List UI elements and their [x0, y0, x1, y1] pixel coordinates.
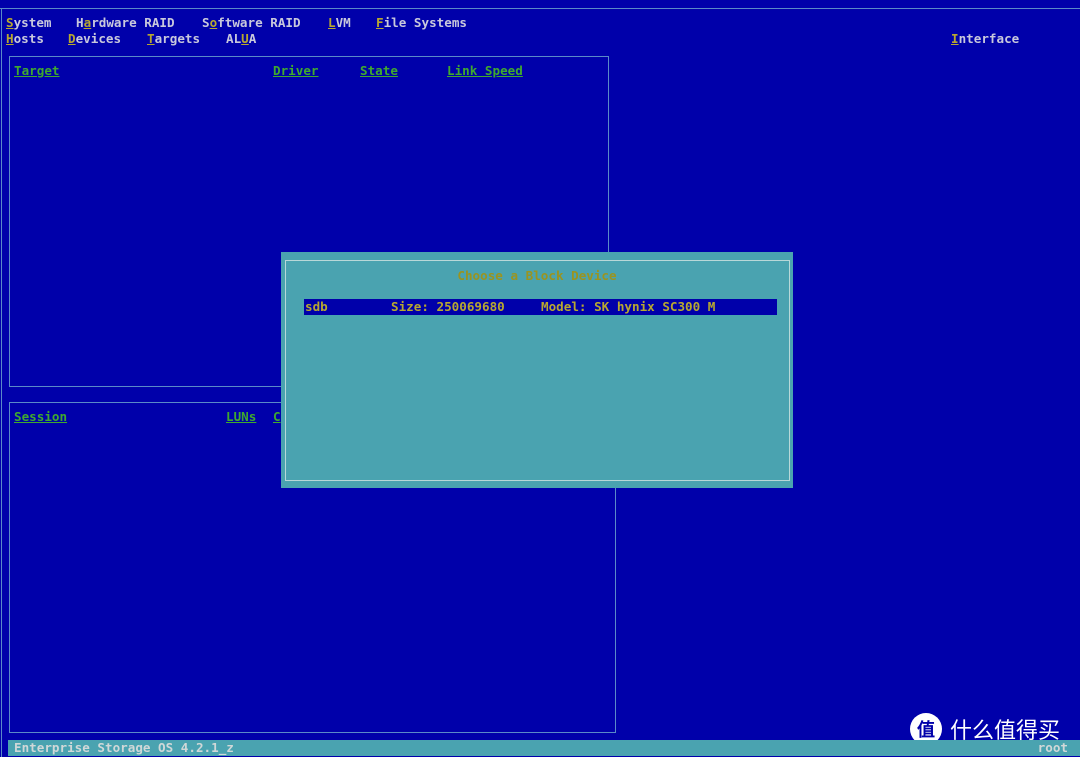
- menu-targets[interactable]: Targets: [147, 31, 200, 47]
- status-os-version: Enterprise Storage OS 4.2.1_z: [14, 740, 234, 755]
- status-user: root: [1037, 740, 1068, 755]
- dialog-border: [285, 260, 790, 481]
- header-link-speed[interactable]: Link Speed: [447, 63, 523, 79]
- header-c[interactable]: C: [273, 409, 281, 425]
- header-luns[interactable]: LUNs: [226, 409, 256, 425]
- header-state[interactable]: State: [360, 63, 398, 79]
- menu-hosts[interactable]: Hosts: [6, 31, 44, 47]
- menu-hardware-raid[interactable]: Hardware RAID: [76, 15, 175, 31]
- menu-alua[interactable]: ALUA: [226, 31, 256, 47]
- header-driver[interactable]: Driver: [273, 63, 319, 79]
- menu-file-systems[interactable]: File Systems: [376, 15, 467, 31]
- status-bar: Enterprise Storage OS 4.2.1_z root: [8, 740, 1080, 756]
- dialog-title: Choose a Block Device: [457, 268, 617, 283]
- screen-top-edge: [0, 8, 1080, 9]
- menu-interface[interactable]: Interface: [951, 31, 1019, 47]
- menu-system[interactable]: System: [6, 15, 52, 31]
- header-session[interactable]: Session: [14, 409, 67, 425]
- menu-devices[interactable]: Devices: [68, 31, 121, 47]
- device-name: sdb: [305, 299, 328, 314]
- device-list-item[interactable]: sdb Size: 250069680 Model: SK hynix SC30…: [304, 299, 777, 315]
- choose-block-device-dialog: Choose a Block Device sdb Size: 25006968…: [281, 252, 793, 488]
- menu-software-raid[interactable]: Software RAID: [202, 15, 301, 31]
- device-model: Model: SK hynix SC300 M: [541, 299, 716, 314]
- device-size: Size: 250069680: [391, 299, 505, 314]
- header-target[interactable]: Target: [14, 63, 60, 79]
- menu-lvm[interactable]: LVM: [328, 15, 351, 31]
- screen-left-edge: [1, 8, 2, 757]
